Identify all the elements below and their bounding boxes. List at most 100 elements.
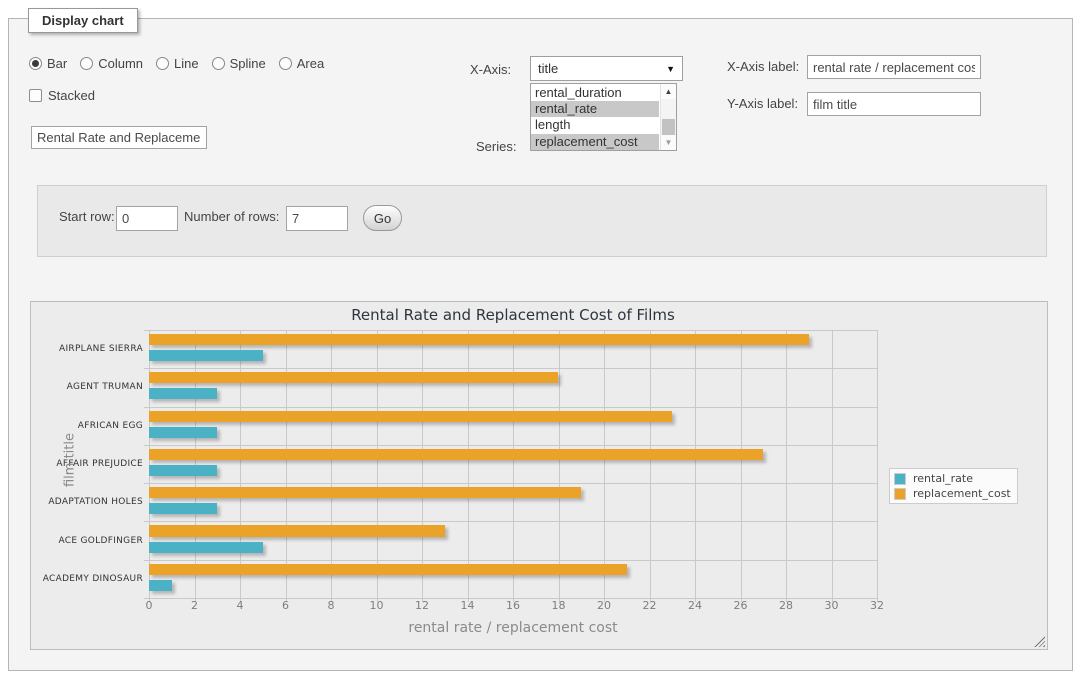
x-tick-label: 32	[870, 599, 884, 612]
chart-type-option-label: Area	[297, 56, 324, 71]
gridline-vertical	[604, 330, 605, 602]
legend-label: rental_rate	[913, 472, 973, 485]
x-tick-label: 30	[825, 599, 839, 612]
x-axis-select[interactable]: title ▼	[530, 56, 683, 81]
series-option[interactable]: rental_rate	[531, 101, 659, 117]
y-category-label: ACE GOLDFINGER	[58, 536, 143, 546]
legend-row: replacement_cost	[892, 486, 1015, 501]
x-axis-selected-value: title	[538, 61, 558, 76]
y-category-label: AGENT TRUMAN	[67, 382, 143, 392]
bar-rental_rate	[149, 427, 217, 438]
gridline-vertical	[240, 330, 241, 602]
series-option[interactable]: length	[531, 117, 659, 133]
x-tick-label: 16	[506, 599, 520, 612]
y-category-label: ADAPTATION HOLES	[48, 497, 143, 507]
series-option[interactable]: rental_duration	[531, 85, 659, 101]
chart-type-option-label: Line	[174, 56, 199, 71]
gridline-vertical	[786, 330, 787, 602]
chart-type-option-label: Spline	[230, 56, 266, 71]
y-axis-label-field-label: Y-Axis label:	[727, 96, 798, 111]
y-axis-label-input[interactable]	[807, 92, 981, 116]
gridline-vertical	[468, 330, 469, 602]
gridline-vertical	[286, 330, 287, 602]
fieldset-legend: Display chart	[28, 8, 138, 33]
chart-type-line[interactable]: Line	[156, 56, 199, 71]
bar-rental_rate	[149, 580, 172, 591]
chart-type-option-label: Column	[98, 56, 143, 71]
num-rows-label: Number of rows:	[184, 209, 279, 224]
bar-replacement_cost	[149, 411, 672, 422]
y-category-label: AFRICAN EGG	[78, 421, 143, 431]
gridline-horizontal	[144, 483, 877, 484]
x-axis-tick-labels: 02468101214161820222426283032	[149, 599, 877, 613]
gridline-horizontal	[144, 407, 877, 408]
x-tick-label: 28	[779, 599, 793, 612]
gridline-vertical	[650, 330, 651, 602]
chart-title-input[interactable]	[31, 126, 207, 149]
rows-fieldset: Start row: Number of rows: Go	[37, 185, 1047, 257]
bar-rental_rate	[149, 350, 263, 361]
series-label: Series:	[476, 139, 516, 154]
y-category-label: ACADEMY DINOSAUR	[43, 574, 143, 584]
x-tick-label: 10	[370, 599, 384, 612]
x-tick-label: 24	[688, 599, 702, 612]
gridline-vertical	[695, 330, 696, 602]
x-tick-label: 4	[237, 599, 244, 612]
chart-type-spline[interactable]: Spline	[212, 56, 266, 71]
stacked-checkbox[interactable]: Stacked	[29, 88, 95, 103]
x-axis-label-input[interactable]	[807, 55, 981, 79]
bar-replacement_cost	[149, 334, 809, 345]
chart-type-group: Bar Column Line Spline Area	[29, 56, 324, 71]
bar-rental_rate	[149, 465, 217, 476]
gridline-vertical	[377, 330, 378, 602]
bar-rental_rate	[149, 503, 217, 514]
x-tick-label: 2	[191, 599, 198, 612]
gridline-horizontal	[144, 560, 877, 561]
x-tick-label: 12	[415, 599, 429, 612]
gridline-vertical	[832, 330, 833, 602]
x-axis-title: rental rate / replacement cost	[149, 620, 877, 636]
series-option[interactable]: replacement_cost	[531, 134, 659, 150]
chart-title: Rental Rate and Replacement Cost of Film…	[149, 306, 877, 324]
bar-replacement_cost	[149, 487, 581, 498]
go-button[interactable]: Go	[363, 205, 402, 231]
chart-type-option-label: Bar	[47, 56, 67, 71]
chart-type-bar[interactable]: Bar	[29, 56, 67, 71]
gridline-vertical	[877, 330, 878, 602]
gridline-vertical	[331, 330, 332, 602]
gridline-vertical	[559, 330, 560, 602]
legend-row: rental_rate	[892, 471, 1015, 486]
radio-icon	[212, 57, 225, 70]
num-rows-input[interactable]	[286, 206, 348, 231]
x-axis-label: X-Axis:	[470, 62, 511, 77]
bar-replacement_cost	[149, 372, 558, 383]
stacked-label: Stacked	[48, 88, 95, 103]
series-options: rental_durationrental_ratelengthreplacem…	[531, 85, 659, 150]
scroll-down-icon[interactable]: ▼	[661, 135, 676, 150]
radio-icon	[279, 57, 292, 70]
series-listbox[interactable]: rental_durationrental_ratelengthreplacem…	[530, 83, 677, 151]
chart-type-area[interactable]: Area	[279, 56, 324, 71]
series-scrollbar[interactable]: ▲ ▼	[660, 84, 676, 150]
gridline-horizontal	[144, 368, 877, 369]
x-tick-label: 8	[328, 599, 335, 612]
radio-icon	[80, 57, 93, 70]
radio-icon	[29, 57, 42, 70]
y-category-label: AIRPLANE SIERRA	[59, 344, 143, 354]
x-tick-label: 20	[597, 599, 611, 612]
radio-icon	[156, 57, 169, 70]
chart-type-column[interactable]: Column	[80, 56, 143, 71]
x-tick-label: 26	[734, 599, 748, 612]
x-tick-label: 6	[282, 599, 289, 612]
gridline-vertical	[741, 330, 742, 602]
scroll-up-icon[interactable]: ▲	[661, 84, 676, 99]
resize-handle-icon[interactable]	[1034, 636, 1045, 647]
start-row-input[interactable]	[116, 206, 178, 231]
x-tick-label: 14	[461, 599, 475, 612]
bar-replacement_cost	[149, 449, 763, 460]
legend-swatch	[894, 473, 906, 485]
display-chart-page: Display chart Bar Column Line Spline Area St…	[0, 0, 1081, 681]
gridline-horizontal	[144, 521, 877, 522]
bar-rental_rate	[149, 542, 263, 553]
x-tick-label: 0	[146, 599, 153, 612]
